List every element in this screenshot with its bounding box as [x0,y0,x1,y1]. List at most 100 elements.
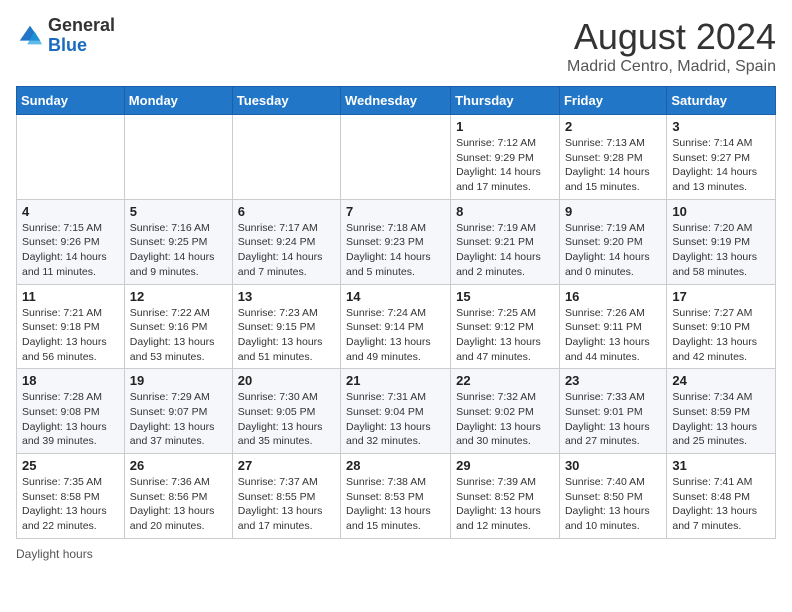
day-cell [124,115,232,200]
day-cell: 31 Sunrise: 7:41 AM Sunset: 8:48 PM Dayli… [667,454,776,539]
day-info: Sunrise: 7:35 AM Sunset: 8:58 PM Dayligh… [22,475,119,534]
calendar-header-row: SundayMondayTuesdayWednesdayThursdayFrid… [17,87,776,115]
day-cell: 13 Sunrise: 7:23 AM Sunset: 9:15 PM Dayli… [232,284,340,369]
day-info: Sunrise: 7:19 AM Sunset: 9:20 PM Dayligh… [565,221,661,280]
day-cell: 6 Sunrise: 7:17 AM Sunset: 9:24 PM Daylig… [232,199,340,284]
day-number: 25 [22,458,119,473]
week-row-5: 25 Sunrise: 7:35 AM Sunset: 8:58 PM Dayli… [17,454,776,539]
column-header-saturday: Saturday [667,87,776,115]
day-info: Sunrise: 7:30 AM Sunset: 9:05 PM Dayligh… [238,390,335,449]
title-block: August 2024 Madrid Centro, Madrid, Spain [567,16,776,76]
day-info: Sunrise: 7:24 AM Sunset: 9:14 PM Dayligh… [346,306,445,365]
day-cell: 7 Sunrise: 7:18 AM Sunset: 9:23 PM Daylig… [341,199,451,284]
day-info: Sunrise: 7:29 AM Sunset: 9:07 PM Dayligh… [130,390,227,449]
day-info: Sunrise: 7:28 AM Sunset: 9:08 PM Dayligh… [22,390,119,449]
day-number: 15 [456,289,554,304]
day-cell: 25 Sunrise: 7:35 AM Sunset: 8:58 PM Dayli… [17,454,125,539]
day-number: 16 [565,289,661,304]
day-info: Sunrise: 7:37 AM Sunset: 8:55 PM Dayligh… [238,475,335,534]
day-cell: 30Sunrise: 7:40 AM Sunset: 8:50 PM Dayli… [559,454,666,539]
legend: Daylight hours [16,547,776,561]
subtitle: Madrid Centro, Madrid, Spain [567,58,776,76]
day-info: Sunrise: 7:34 AM Sunset: 8:59 PM Dayligh… [672,390,770,449]
day-number: 26 [130,458,227,473]
day-info: Sunrise: 7:17 AM Sunset: 9:24 PM Dayligh… [238,221,335,280]
day-cell: 17 Sunrise: 7:27 AM Sunset: 9:10 PM Dayli… [667,284,776,369]
day-info: Sunrise: 7:23 AM Sunset: 9:15 PM Dayligh… [238,306,335,365]
day-cell: 29 Sunrise: 7:39 AM Sunset: 8:52 PM Dayli… [451,454,560,539]
day-number: 24 [672,373,770,388]
day-info: Sunrise: 7:38 AM Sunset: 8:53 PM Dayligh… [346,475,445,534]
day-cell: 1 Sunrise: 7:12 AM Sunset: 9:29 PM Daylig… [451,115,560,200]
main-title: August 2024 [567,16,776,58]
day-cell: 12 Sunrise: 7:22 AM Sunset: 9:16 PM Dayli… [124,284,232,369]
day-info: Sunrise: 7:25 AM Sunset: 9:12 PM Dayligh… [456,306,554,365]
day-cell: 5 Sunrise: 7:16 AM Sunset: 9:25 PM Daylig… [124,199,232,284]
day-cell: 3 Sunrise: 7:14 AM Sunset: 9:27 PM Daylig… [667,115,776,200]
logo-icon [16,22,44,50]
column-header-monday: Monday [124,87,232,115]
column-header-wednesday: Wednesday [341,87,451,115]
day-number: 5 [130,204,227,219]
day-cell: 14 Sunrise: 7:24 AM Sunset: 9:14 PM Dayli… [341,284,451,369]
day-info: Sunrise: 7:41 AM Sunset: 8:48 PM Dayligh… [672,475,770,534]
day-cell: 4Sunrise: 7:15 AM Sunset: 9:26 PM Daylig… [17,199,125,284]
day-info: Sunrise: 7:14 AM Sunset: 9:27 PM Dayligh… [672,136,770,195]
page-header: General Blue August 2024 Madrid Centro, … [16,16,776,76]
day-number: 31 [672,458,770,473]
day-cell: 19Sunrise: 7:29 AM Sunset: 9:07 PM Dayli… [124,369,232,454]
day-info: Sunrise: 7:39 AM Sunset: 8:52 PM Dayligh… [456,475,554,534]
day-number: 9 [565,204,661,219]
day-info: Sunrise: 7:27 AM Sunset: 9:10 PM Dayligh… [672,306,770,365]
day-info: Sunrise: 7:16 AM Sunset: 9:25 PM Dayligh… [130,221,227,280]
day-cell: 11 Sunrise: 7:21 AM Sunset: 9:18 PM Dayli… [17,284,125,369]
day-info: Sunrise: 7:36 AM Sunset: 8:56 PM Dayligh… [130,475,227,534]
day-info: Sunrise: 7:32 AM Sunset: 9:02 PM Dayligh… [456,390,554,449]
day-cell: 24 Sunrise: 7:34 AM Sunset: 8:59 PM Dayli… [667,369,776,454]
day-cell: 20 Sunrise: 7:30 AM Sunset: 9:05 PM Dayli… [232,369,340,454]
day-cell: 9 Sunrise: 7:19 AM Sunset: 9:20 PM Daylig… [559,199,666,284]
day-cell [341,115,451,200]
day-number: 11 [22,289,119,304]
logo: General Blue [16,16,115,56]
day-cell: 23Sunrise: 7:33 AM Sunset: 9:01 PM Dayli… [559,369,666,454]
column-header-tuesday: Tuesday [232,87,340,115]
day-info: Sunrise: 7:26 AM Sunset: 9:11 PM Dayligh… [565,306,661,365]
day-info: Sunrise: 7:18 AM Sunset: 9:23 PM Dayligh… [346,221,445,280]
week-row-2: 4Sunrise: 7:15 AM Sunset: 9:26 PM Daylig… [17,199,776,284]
day-number: 3 [672,119,770,134]
day-number: 7 [346,204,445,219]
day-number: 17 [672,289,770,304]
day-cell: 22 Sunrise: 7:32 AM Sunset: 9:02 PM Dayli… [451,369,560,454]
day-number: 27 [238,458,335,473]
day-number: 1 [456,119,554,134]
column-header-friday: Friday [559,87,666,115]
day-number: 22 [456,373,554,388]
day-number: 4 [22,204,119,219]
day-number: 20 [238,373,335,388]
day-number: 10 [672,204,770,219]
day-number: 30 [565,458,661,473]
day-info: Sunrise: 7:13 AM Sunset: 9:28 PM Dayligh… [565,136,661,195]
day-cell: 15 Sunrise: 7:25 AM Sunset: 9:12 PM Dayli… [451,284,560,369]
day-info: Sunrise: 7:20 AM Sunset: 9:19 PM Dayligh… [672,221,770,280]
day-cell: 2 Sunrise: 7:13 AM Sunset: 9:28 PM Daylig… [559,115,666,200]
day-cell [232,115,340,200]
day-number: 14 [346,289,445,304]
day-number: 6 [238,204,335,219]
day-cell: 18Sunrise: 7:28 AM Sunset: 9:08 PM Dayli… [17,369,125,454]
day-number: 12 [130,289,227,304]
logo-blue-text: Blue [48,36,115,56]
column-header-sunday: Sunday [17,87,125,115]
day-number: 2 [565,119,661,134]
day-info: Sunrise: 7:22 AM Sunset: 9:16 PM Dayligh… [130,306,227,365]
day-number: 13 [238,289,335,304]
week-row-4: 18Sunrise: 7:28 AM Sunset: 9:08 PM Dayli… [17,369,776,454]
day-cell: 27 Sunrise: 7:37 AM Sunset: 8:55 PM Dayli… [232,454,340,539]
day-info: Sunrise: 7:12 AM Sunset: 9:29 PM Dayligh… [456,136,554,195]
day-number: 29 [456,458,554,473]
day-cell: 28 Sunrise: 7:38 AM Sunset: 8:53 PM Dayli… [341,454,451,539]
day-number: 28 [346,458,445,473]
day-info: Sunrise: 7:21 AM Sunset: 9:18 PM Dayligh… [22,306,119,365]
day-info: Sunrise: 7:19 AM Sunset: 9:21 PM Dayligh… [456,221,554,280]
